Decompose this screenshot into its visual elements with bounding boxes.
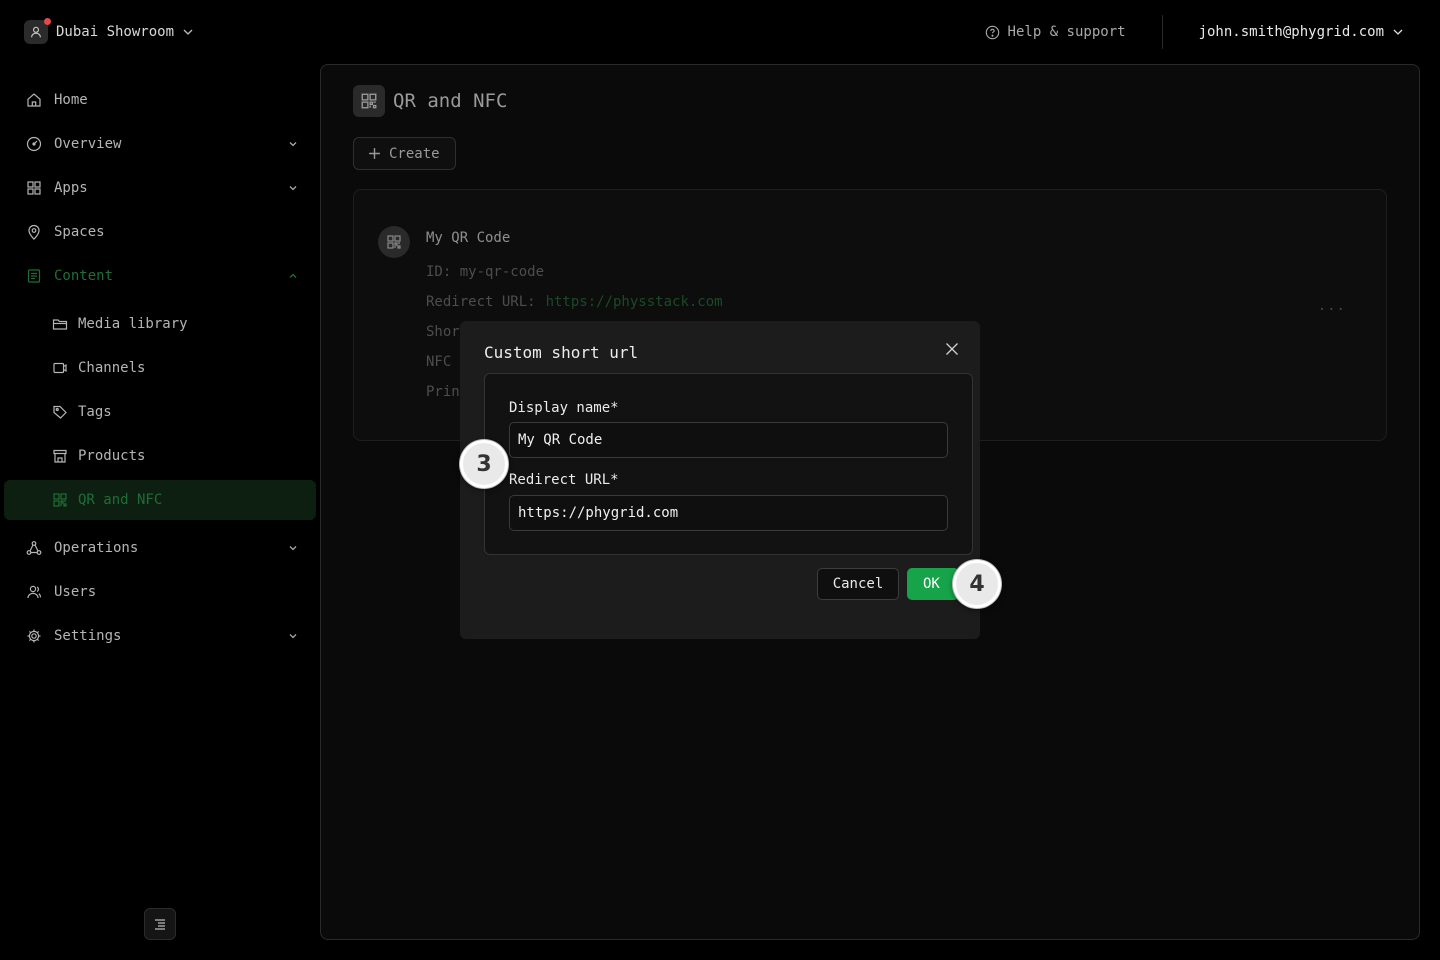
page-icon [353, 85, 385, 117]
sidebar-item-operations[interactable]: Operations [4, 528, 316, 568]
redirect-label: Redirect URL: [426, 294, 536, 310]
sidebar-item-users[interactable]: Users [4, 572, 316, 612]
step-marker-4: 4 [953, 560, 1001, 608]
user-email: john.smith@phygrid.com [1198, 24, 1384, 40]
sidebar-item-label: Operations [54, 540, 139, 556]
sidebar-item-label: QR and NFC [78, 492, 163, 508]
tag-icon [53, 405, 67, 419]
folder-icon [52, 319, 68, 330]
chevron-up-icon [289, 273, 297, 278]
redirect-url-label: Redirect URL* [509, 472, 619, 488]
gear-icon [27, 629, 41, 643]
sidebar-item-label: Overview [54, 136, 122, 152]
sidebar-item-settings[interactable]: Settings [4, 616, 316, 656]
help-circle-icon [985, 25, 999, 39]
grid-icon [27, 181, 41, 195]
ok-button[interactable]: OK [907, 568, 959, 600]
map-pin-icon [28, 224, 40, 240]
display-name-input[interactable] [509, 422, 948, 458]
page-title: QR and NFC [393, 90, 508, 112]
workspace-switcher[interactable]: Dubai Showroom [24, 18, 194, 46]
collapse-menu-icon [155, 919, 165, 930]
sidebar-item-media-library[interactable]: Media library [4, 304, 316, 344]
qr-redirect-row: Redirect URL: https://physstack.com [426, 294, 723, 310]
qr-icon [53, 493, 67, 507]
display-name-label: Display name* [509, 400, 619, 416]
qr-print-row: Prin [426, 384, 460, 400]
close-icon [946, 343, 958, 355]
header-divider [1161, 15, 1163, 49]
qr-short-row: Shor [426, 324, 460, 340]
sidebar-item-label: Spaces [54, 224, 105, 240]
dialog-form: Display name* Redirect URL* [484, 373, 973, 555]
sidebar-item-products[interactable]: Products [4, 436, 316, 476]
chevron-down-icon [1393, 29, 1403, 35]
sidebar-item-spaces[interactable]: Spaces [4, 212, 316, 252]
sidebar-item-label: Channels [78, 360, 146, 376]
sidebar-item-label: Users [54, 584, 97, 600]
sidebar-item-label: Home [54, 92, 88, 108]
chevron-down-icon [289, 142, 297, 147]
sidebar-item-apps[interactable]: Apps [4, 168, 316, 208]
qr-id-row: ID: my-qr-code [426, 264, 545, 280]
notification-dot [44, 18, 51, 25]
sidebar-item-tags[interactable]: Tags [4, 392, 316, 432]
plus-icon [369, 148, 380, 159]
sidebar-item-label: Apps [54, 180, 88, 196]
qr-code-name: My QR Code [426, 230, 511, 246]
sidebar-item-label: Media library [78, 316, 188, 332]
collapse-sidebar-button[interactable] [144, 908, 176, 940]
home-icon [27, 93, 41, 107]
custom-short-url-dialog: Custom short url Display name* Redirect … [460, 321, 980, 639]
user-menu[interactable]: john.smith@phygrid.com [1199, 24, 1404, 40]
create-label: Create [389, 145, 440, 162]
close-button[interactable] [942, 339, 962, 359]
sidebar-item-label: Tags [78, 404, 112, 420]
help-support-link[interactable]: Help & support [985, 24, 1126, 40]
channel-icon [53, 362, 67, 374]
sidebar-item-label: Settings [54, 628, 122, 644]
dialog-title: Custom short url [484, 343, 639, 362]
users-icon [27, 585, 42, 599]
qr-nfc-row: NFC [426, 354, 452, 370]
help-label: Help & support [1007, 24, 1126, 40]
chevron-down-icon [289, 546, 297, 551]
chevron-down-icon [183, 29, 193, 35]
content-icon [27, 269, 41, 283]
qr-avatar [378, 226, 410, 258]
qr-icon [361, 93, 377, 109]
workspace-avatar [24, 18, 51, 44]
cancel-button[interactable]: Cancel [817, 568, 899, 600]
step-marker-3: 3 [460, 440, 508, 488]
workspace-name: Dubai Showroom [56, 24, 175, 40]
sidebar-item-label: Content [54, 268, 114, 284]
dashboard-icon [26, 136, 42, 152]
page-header: QR and NFC [353, 85, 507, 117]
chevron-down-icon [289, 634, 297, 639]
user-icon [31, 26, 41, 38]
sidebar-item-label: Products [78, 448, 146, 464]
sidebar-item-home[interactable]: Home [4, 80, 316, 120]
sidebar-item-content[interactable]: Content [4, 256, 316, 296]
redirect-url-input[interactable] [509, 495, 948, 531]
sidebar-item-overview[interactable]: Overview [4, 124, 316, 164]
store-icon [53, 449, 67, 463]
redirect-link[interactable]: https://physstack.com [546, 294, 723, 310]
sidebar-item-channels[interactable]: Channels [4, 348, 316, 388]
operations-icon [26, 541, 42, 555]
chevron-down-icon [289, 186, 297, 191]
sidebar-item-qr-and-nfc[interactable]: QR and NFC [4, 480, 316, 520]
create-button[interactable]: Create [353, 137, 456, 170]
qr-icon [387, 235, 401, 249]
more-options-button[interactable]: ··· [1318, 302, 1346, 318]
